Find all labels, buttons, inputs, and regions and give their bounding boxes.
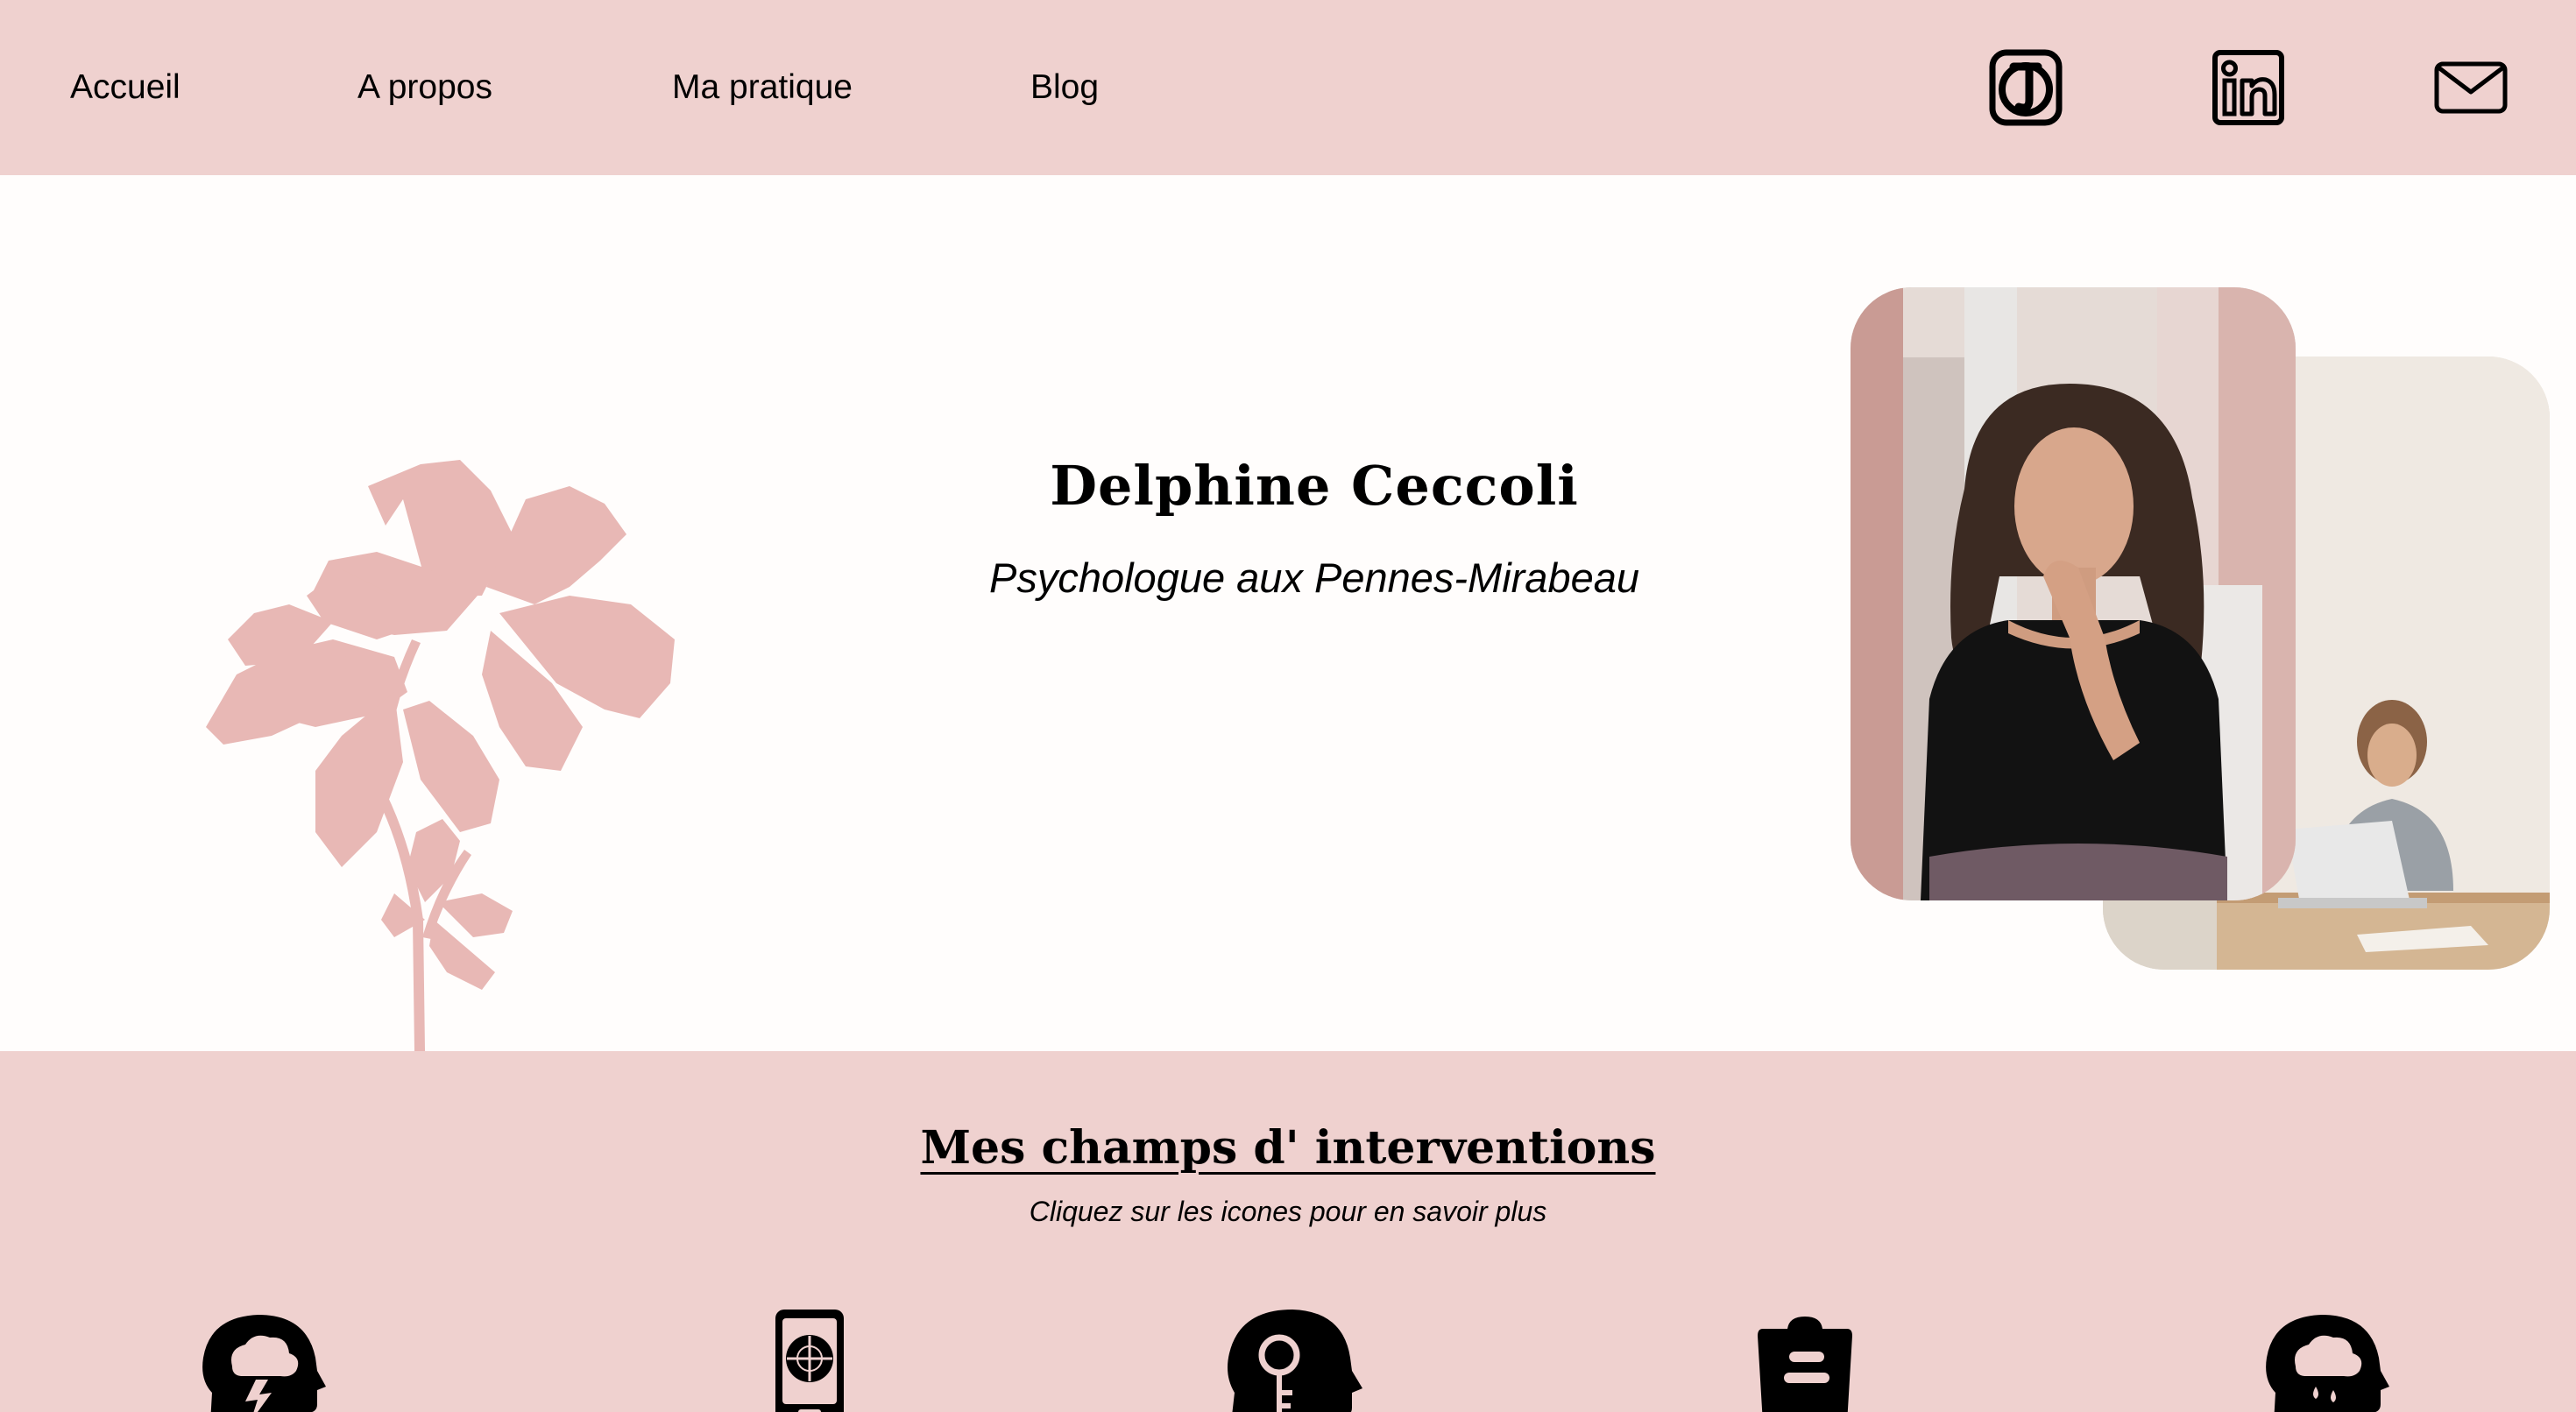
site-header: Accueil A propos Ma pratique Blog — [0, 0, 2576, 175]
nav-ma-pratique[interactable]: Ma pratique — [672, 63, 853, 112]
intervention-item-2[interactable] — [705, 1310, 846, 1412]
mail-icon — [2434, 61, 2508, 114]
intervention-item-4[interactable] — [1735, 1310, 1875, 1412]
intervention-item-3[interactable] — [1222, 1310, 1362, 1412]
photo-portrait-woman — [1851, 287, 2296, 900]
section-hint: Cliquez sur les icones pour en savoir pl… — [1029, 1196, 1547, 1227]
clipboard-icon — [1758, 1317, 1852, 1412]
doctolib-icon — [1989, 49, 2063, 126]
hero-name: Delphine Ceccoli — [1050, 454, 1579, 518]
intervention-item-5[interactable] — [2256, 1310, 2396, 1412]
head-rain-icon — [2266, 1315, 2389, 1412]
intervention-item-1[interactable] — [193, 1310, 333, 1412]
interventions-section: Mes champs d' interventions Cliquez sur … — [0, 1051, 2576, 1412]
hero-subtitle: Psychologue aux Pennes-Mirabeau — [988, 554, 1640, 601]
nav-accueil[interactable]: Accueil — [70, 63, 180, 112]
nav-a-propos[interactable]: A propos — [357, 63, 492, 112]
head-storm-icon — [202, 1315, 326, 1412]
flower-illustration — [206, 460, 675, 1051]
hero-section: Delphine Ceccoli Psychologue aux Pennes-… — [0, 175, 2576, 1051]
nav-blog[interactable]: Blog — [1030, 63, 1099, 112]
section-title: Mes champs d' interventions — [920, 1121, 1656, 1175]
mail-link[interactable] — [2431, 44, 2511, 131]
linkedin-icon — [2212, 50, 2284, 125]
linkedin-link[interactable] — [2208, 44, 2289, 131]
head-key-icon — [1228, 1310, 1362, 1412]
phone-screen-icon — [775, 1310, 844, 1412]
doctolib-link[interactable] — [1985, 44, 2066, 131]
